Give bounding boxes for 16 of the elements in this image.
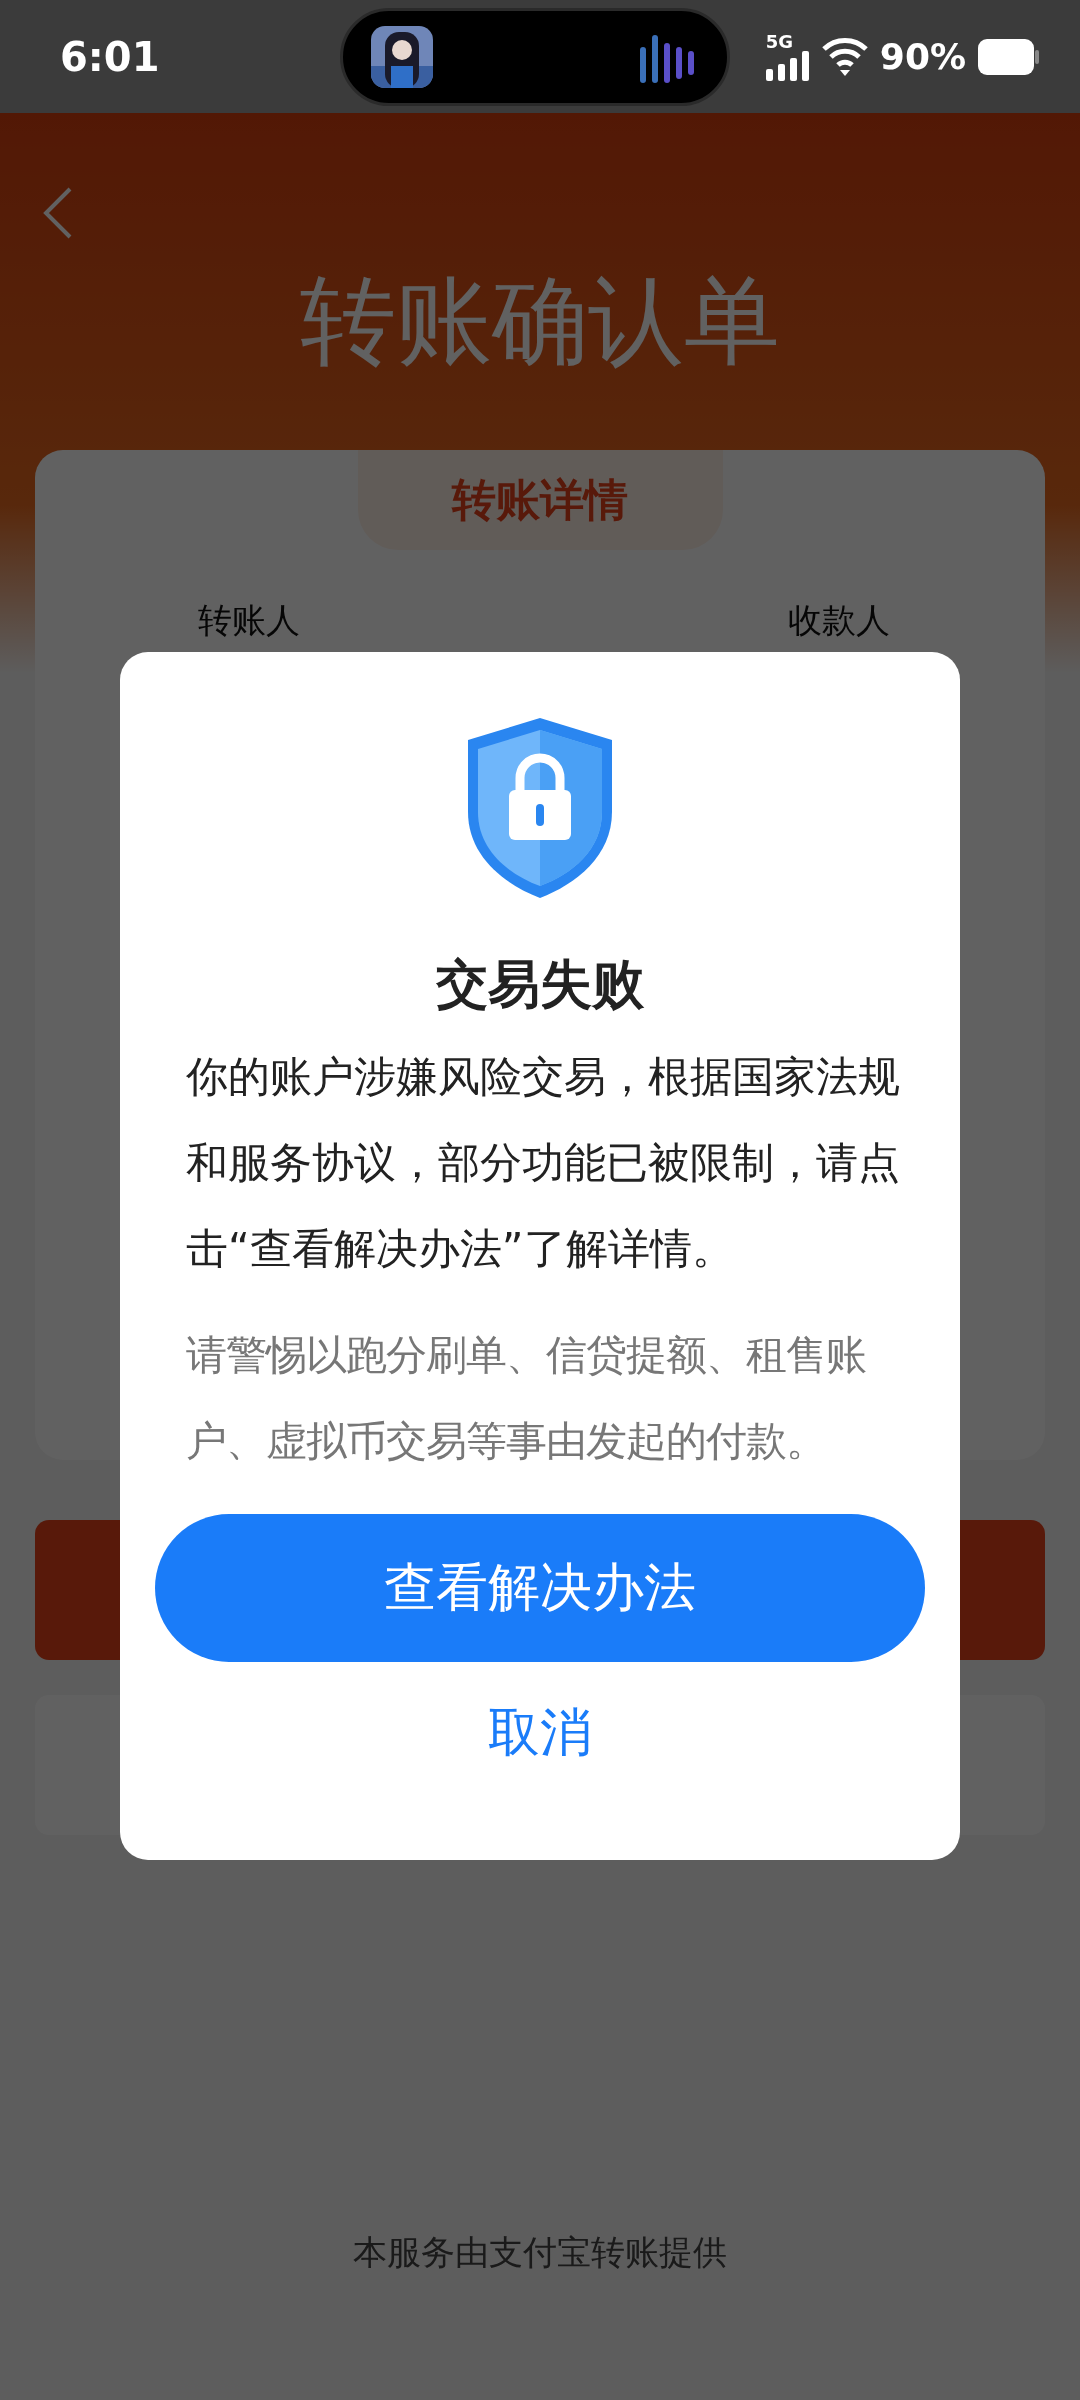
page-title: 转账确认单	[300, 264, 780, 379]
dialog-message: 你的账户涉嫌风险交易，根据国家法规和服务协议，部分功能已被限制，请点击“查看解决办法”了解详情。	[185, 1051, 901, 1275]
warning-text: 请警惕以跑分刷单、信贷提额、租售账户、虚拟币交易等事由发起的付款。	[185, 1330, 867, 1467]
wifi-icon	[821, 36, 868, 77]
battery-percent: 90%	[879, 36, 966, 77]
details-tab[interactable]: 转账详情	[357, 450, 723, 550]
sender-label: 转账人	[198, 600, 300, 640]
recipient-label: 收款人	[788, 600, 890, 640]
view-solution-button[interactable]: 查看解决办法	[155, 1514, 925, 1662]
battery-icon	[978, 38, 1040, 75]
cancel-button[interactable]: 取消	[468, 1688, 612, 1778]
status-time: 6:01	[60, 33, 161, 80]
signal-icon	[765, 50, 810, 81]
footer-note: 本服务由支付宝转账提供	[352, 2231, 728, 2274]
dialog-title: 交易失败	[436, 953, 644, 1016]
network-type: 5G	[765, 32, 794, 51]
